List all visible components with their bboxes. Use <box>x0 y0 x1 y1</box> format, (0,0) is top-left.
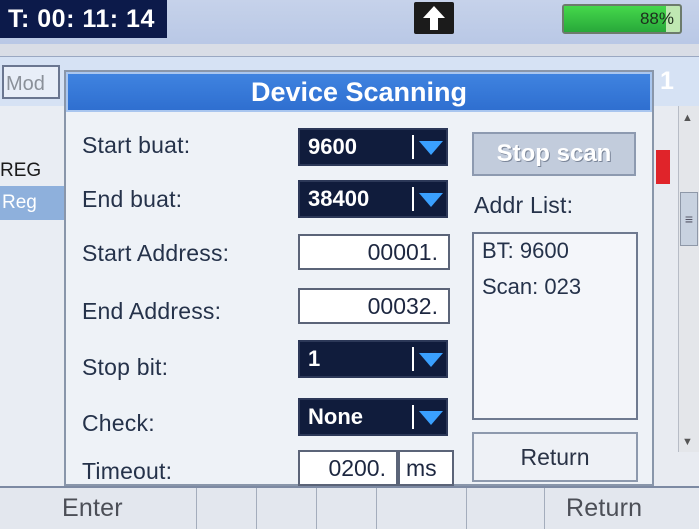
timeout-unit: ms <box>398 450 454 486</box>
return-button[interactable]: Return <box>472 432 638 482</box>
tab-number: 1 <box>660 67 674 95</box>
scroll-thumb[interactable]: ≡ <box>680 192 698 246</box>
start-baud-value: 9600 <box>308 134 357 159</box>
bottom-bar: Enter Return <box>0 486 699 529</box>
register-row[interactable]: REG <box>0 160 41 182</box>
softkey-slot <box>316 488 377 529</box>
return-softkey[interactable]: Return <box>544 488 699 529</box>
end-baud-select[interactable]: 38400 <box>298 180 448 218</box>
start-address-input[interactable]: 00001. <box>298 234 450 270</box>
mode-tab[interactable]: Mod <box>2 65 60 99</box>
start-address-label: Start Address: <box>82 240 230 266</box>
battery-label: 88% <box>639 9 674 28</box>
softkey-slot <box>196 488 257 529</box>
end-address-label: End Address: <box>82 298 222 324</box>
select-separator <box>412 187 414 211</box>
register-row-selected[interactable]: Reg <box>0 186 64 220</box>
device-scanning-dialog: Device Scanning Start buat: 9600 End bua… <box>64 70 654 486</box>
enter-label: Enter <box>62 494 123 522</box>
start-baud-select[interactable]: 9600 <box>298 128 448 166</box>
scroll-down-icon[interactable]: ▼ <box>682 436 693 448</box>
return-softkey-label: Return <box>566 494 643 522</box>
chevron-down-icon[interactable] <box>418 139 444 157</box>
scroll-up-icon[interactable]: ▲ <box>682 112 693 124</box>
chevron-down-icon[interactable] <box>418 409 444 427</box>
scan-status: Scan: 023 <box>482 274 582 299</box>
timeout-input[interactable]: 0200. <box>298 450 398 486</box>
stop-scan-label: Stop scan <box>496 140 612 167</box>
end-address-input[interactable]: 00032. <box>298 288 450 324</box>
stop-scan-button[interactable]: Stop scan <box>472 132 636 176</box>
end-baud-value: 38400 <box>308 186 370 211</box>
dialog-title: Device Scanning <box>250 77 468 107</box>
dialog-titlebar: Device Scanning <box>66 72 652 112</box>
addr-list-box: BT: 9600 Scan: 023 <box>472 232 638 420</box>
check-select[interactable]: None <box>298 398 448 436</box>
stop-bit-select[interactable]: 1 <box>298 340 448 378</box>
start-baud-label: Start buat: <box>82 132 191 158</box>
select-separator <box>412 405 414 429</box>
addr-list-label: Addr List: <box>474 192 574 218</box>
enter-button[interactable]: Enter <box>0 488 197 529</box>
scrollbar[interactable]: ▲ ≡ ▼ <box>678 106 699 452</box>
chevron-down-icon[interactable] <box>418 191 444 209</box>
select-separator <box>412 135 414 159</box>
clock: T: 00: 11: 14 <box>0 0 167 38</box>
baud-status: BT: 9600 <box>482 238 569 263</box>
status-bar: T: 00: 11: 14 88% <box>0 0 699 44</box>
timeout-label: Timeout: <box>82 458 173 484</box>
select-separator <box>412 347 414 371</box>
battery-indicator: 88% <box>562 4 682 34</box>
softkey-slot <box>376 488 467 529</box>
return-button-label: Return <box>520 444 590 470</box>
up-arrow-icon <box>414 2 454 34</box>
softkey-slot <box>256 488 317 529</box>
status-indicator <box>656 150 670 184</box>
end-baud-label: End buat: <box>82 186 183 212</box>
check-label: Check: <box>82 410 155 436</box>
softkey-slot <box>466 488 545 529</box>
check-value: None <box>308 404 363 429</box>
chevron-down-icon[interactable] <box>418 351 444 369</box>
stop-bit-value: 1 <box>308 346 321 371</box>
stop-bit-label: Stop bit: <box>82 354 169 380</box>
